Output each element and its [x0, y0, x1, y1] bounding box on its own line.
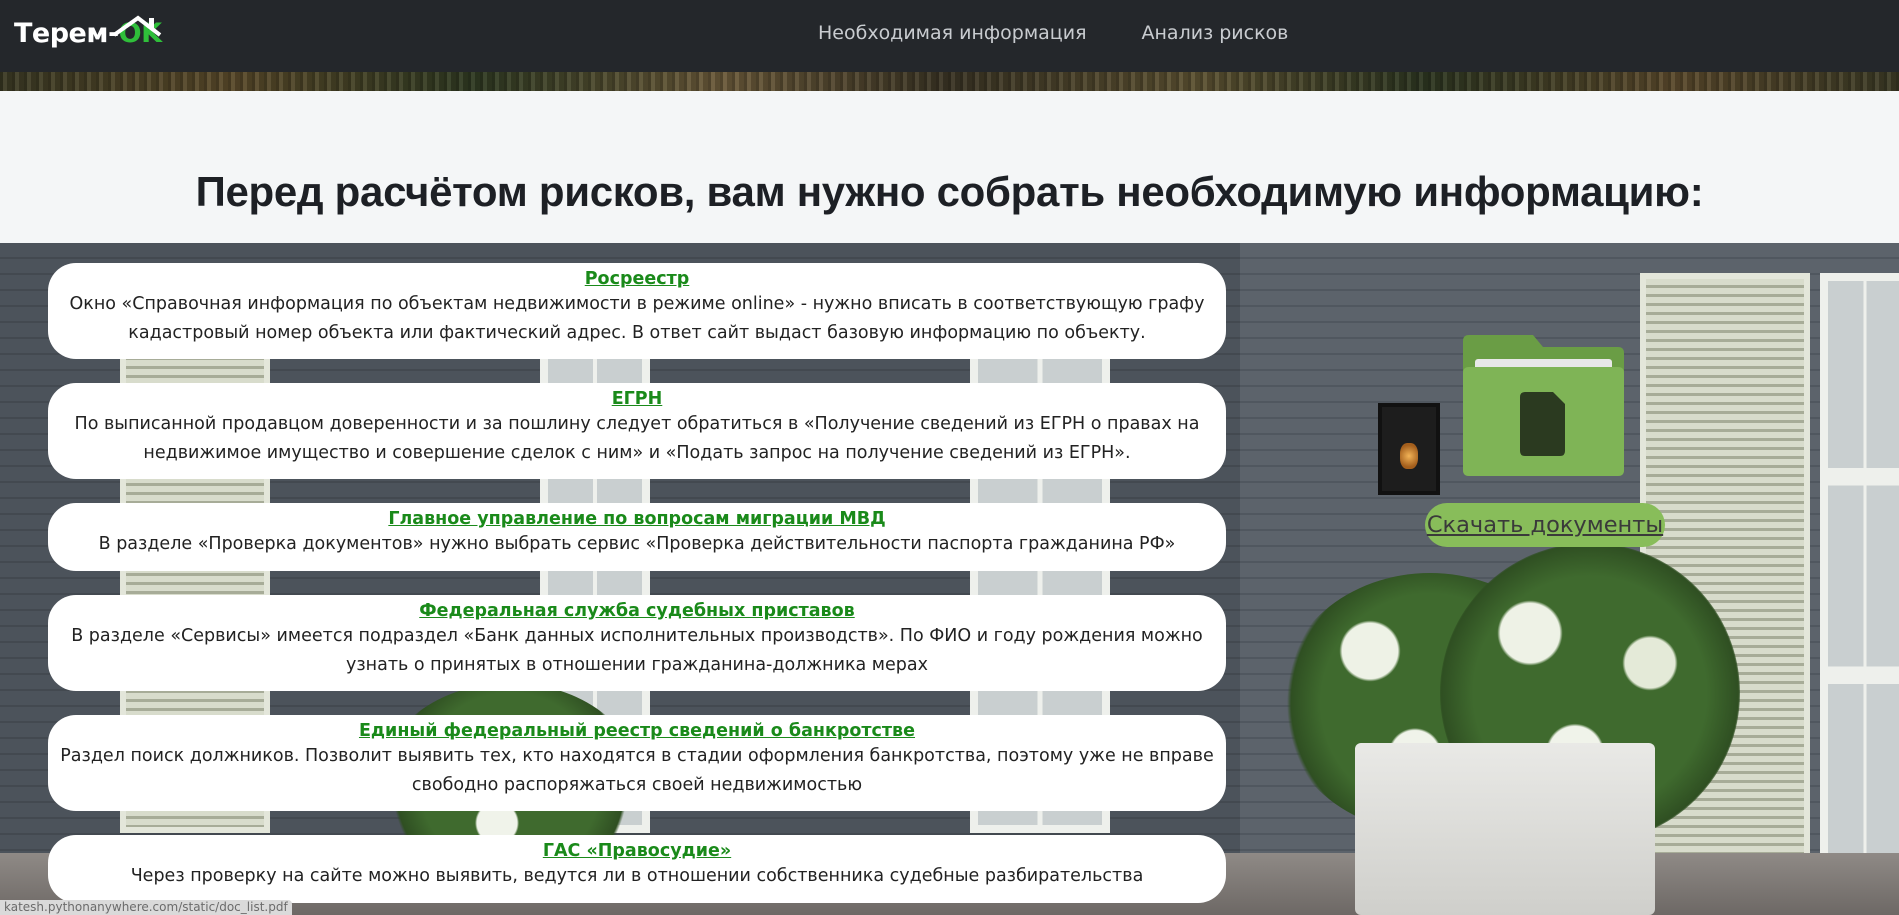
card-link-gas-pravosudie[interactable]: ГАС «Правосудие» [543, 841, 731, 862]
header-photo-strip [0, 72, 1899, 91]
info-card-mvd-migration: Главное управление по вопросам миграции … [48, 503, 1226, 571]
nav-link-necessary-info[interactable]: Необходимая информация [818, 22, 1087, 44]
card-link-bailiffs[interactable]: Федеральная служба судебных приставов [419, 601, 854, 622]
card-text: Раздел поиск должников. Позволит выявить… [60, 746, 1214, 795]
nav-link-risk-analysis[interactable]: Анализ рисков [1142, 22, 1289, 44]
card-link-rosreestr[interactable]: Росреестр [585, 269, 690, 290]
main-nav: Необходимая информация Анализ рисков [818, 0, 1288, 66]
info-card-bailiffs: Федеральная служба судебных приставов В … [48, 595, 1226, 691]
folder-document-icon[interactable] [1463, 335, 1624, 476]
card-link-mvd-migration[interactable]: Главное управление по вопросам миграции … [388, 509, 885, 530]
background-wall-lamp [1378, 403, 1440, 495]
card-text: В разделе «Проверка документов» нужно вы… [98, 534, 1176, 554]
page-title: Перед расчётом рисков, вам нужно собрать… [195, 168, 1704, 215]
info-card-bankruptcy-registry: Единый федеральный реестр сведений о бан… [48, 715, 1226, 811]
background-window [1820, 273, 1899, 873]
card-text: Через проверку на сайте можно выявить, в… [130, 866, 1144, 886]
info-card-egrn: ЕГРН По выписанной продавцом доверенност… [48, 383, 1226, 479]
download-documents-button[interactable]: Скачать документы [1425, 503, 1665, 547]
card-link-bankruptcy-registry[interactable]: Единый федеральный реестр сведений о бан… [359, 721, 915, 742]
status-bar-url: katesh.pythonanywhere.com/static/doc_lis… [0, 900, 292, 915]
top-navbar: Терем-OK Необходимая информация Анализ р… [0, 0, 1899, 72]
card-text: Окно «Справочная информация по объектам … [69, 294, 1205, 343]
card-text: В разделе «Сервисы» имеется подраздел «Б… [71, 626, 1203, 675]
title-band [0, 91, 1899, 243]
info-card-rosreestr: Росреестр Окно «Справочная информация по… [48, 263, 1226, 359]
info-card-gas-pravosudie: ГАС «Правосудие» Через проверку на сайте… [48, 835, 1226, 903]
house-roof-icon [112, 15, 162, 37]
card-text: По выписанной продавцом доверенности и з… [74, 414, 1200, 463]
card-link-egrn[interactable]: ЕГРН [612, 389, 663, 410]
logo-text-main: Терем [14, 18, 108, 49]
background-planter [1355, 743, 1655, 915]
